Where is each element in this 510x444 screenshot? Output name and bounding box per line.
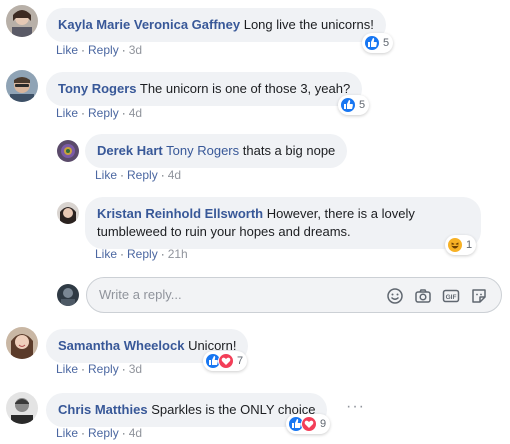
separator-dot: · [120, 247, 125, 261]
reply-input[interactable] [99, 287, 359, 302]
like-reaction-icon [340, 97, 356, 113]
comment-bubble: Tony Rogers The unicorn is one of those … [46, 72, 363, 106]
love-reaction-icon [218, 353, 234, 369]
like-link[interactable]: Like [95, 168, 117, 182]
reply-link[interactable]: Reply [88, 362, 119, 376]
reaction-summary[interactable]: 9 [286, 414, 331, 434]
like-link[interactable]: Like [56, 106, 78, 120]
like-link[interactable]: Like [56, 43, 78, 57]
timestamp[interactable]: 3d [129, 362, 142, 376]
avatar[interactable] [6, 392, 38, 424]
timestamp[interactable]: 4d [129, 106, 142, 120]
timestamp[interactable]: 3d [129, 43, 142, 57]
comment-actions: Like · Reply · 4d [56, 426, 142, 440]
reaction-summary[interactable]: 1 [445, 235, 477, 255]
reaction-count: 1 [466, 239, 473, 251]
reply-actions: Like · Reply · 21h [95, 247, 188, 261]
comment-actions: Like · Reply · 3d [56, 362, 142, 376]
separator-dot: · [121, 426, 126, 440]
love-reaction-icon [301, 416, 317, 432]
reply-link[interactable]: Reply [88, 106, 119, 120]
separator-dot: · [81, 43, 86, 57]
comment-author[interactable]: Tony Rogers [58, 81, 137, 96]
like-link[interactable]: Like [95, 247, 117, 261]
reply-bubble: Kristan Reinhold Ellsworth However, ther… [85, 197, 481, 249]
like-reaction-icon [364, 35, 380, 51]
comment-actions: Like · Reply · 4d [56, 106, 142, 120]
reply-link[interactable]: Reply [88, 426, 119, 440]
comment-actions: Like · Reply · 3d [56, 43, 142, 57]
more-options-icon[interactable]: ··· [346, 398, 365, 416]
reaction-summary[interactable]: 5 [362, 33, 394, 53]
avatar[interactable] [6, 327, 38, 359]
reply-actions: Like · Reply · 4d [95, 168, 181, 182]
gif-icon[interactable]: GIF [441, 286, 461, 306]
reaction-count: 5 [359, 99, 366, 111]
comment-text: The unicorn is one of those 3, yeah? [139, 81, 351, 96]
separator-dot: · [120, 168, 125, 182]
comment-author[interactable]: Samantha Wheelock [58, 338, 184, 353]
camera-icon[interactable] [413, 286, 433, 306]
reply-author[interactable]: Kristan Reinhold Ellsworth [97, 206, 263, 221]
comment-text: Long live the unicorns! [243, 17, 374, 32]
reply-link[interactable]: Reply [88, 43, 119, 57]
separator-dot: · [121, 43, 126, 57]
separator-dot: · [121, 106, 126, 120]
emoji-icon[interactable] [385, 286, 405, 306]
timestamp[interactable]: 4d [168, 168, 181, 182]
reply-composer[interactable]: GIF [86, 277, 502, 313]
mention-link[interactable]: Tony Rogers [166, 143, 239, 158]
separator-dot: · [160, 247, 165, 261]
avatar[interactable] [57, 202, 79, 224]
reply-text: thats a big nope [242, 143, 336, 158]
timestamp[interactable]: 4d [129, 426, 142, 440]
comment-author[interactable]: Chris Matthies [58, 402, 148, 417]
reply-link[interactable]: Reply [127, 247, 158, 261]
avatar[interactable] [6, 5, 38, 37]
reaction-summary[interactable]: 5 [338, 95, 370, 115]
reply-bubble: Derek Hart Tony Rogers thats a big nope [85, 134, 348, 168]
current-user-avatar [57, 284, 79, 306]
separator-dot: · [81, 106, 86, 120]
timestamp[interactable]: 21h [168, 247, 188, 261]
reaction-count: 7 [237, 355, 244, 367]
separator-dot: · [121, 362, 126, 376]
svg-text:GIF: GIF [446, 294, 457, 301]
reaction-count: 5 [383, 37, 390, 49]
avatar[interactable] [6, 70, 38, 102]
like-link[interactable]: Like [56, 362, 78, 376]
separator-dot: · [160, 168, 165, 182]
separator-dot: · [81, 362, 86, 376]
reply-author[interactable]: Derek Hart [97, 143, 163, 158]
comment-author[interactable]: Kayla Marie Veronica Gaffney [58, 17, 240, 32]
sticker-icon[interactable] [469, 286, 489, 306]
haha-reaction-icon [447, 237, 463, 253]
separator-dot: · [81, 426, 86, 440]
comment-bubble: Kayla Marie Veronica Gaffney Long live t… [46, 8, 386, 42]
like-link[interactable]: Like [56, 426, 78, 440]
reply-link[interactable]: Reply [127, 168, 158, 182]
reaction-summary[interactable]: 7 [203, 351, 248, 371]
reaction-count: 9 [320, 418, 327, 430]
avatar[interactable] [57, 140, 79, 162]
